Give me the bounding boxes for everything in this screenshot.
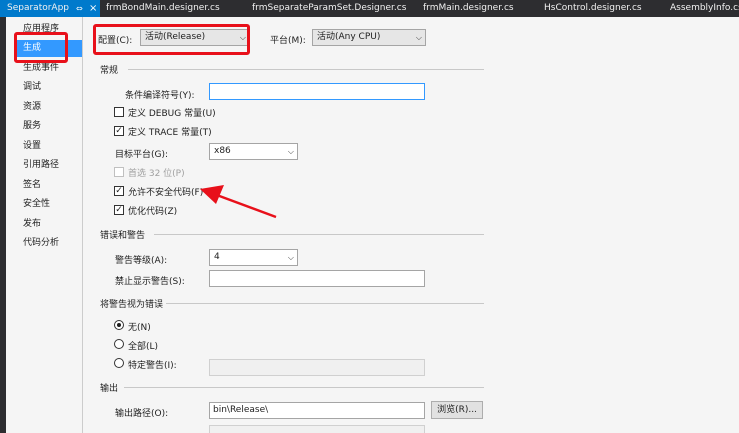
allow-unsafe-checkbox[interactable]: ✓ [114,186,124,196]
output-path-input[interactable]: bin\Release\ [209,402,425,419]
define-trace-label: 定义 TRACE 常量(T) [128,128,212,138]
tab-assemblyinfo[interactable]: AssemblyInfo.cs [670,0,739,17]
warning-level-label: 警告等级(A): [115,256,168,266]
sidebar-item-reference-paths[interactable]: 引用路径 [23,157,59,174]
chevron-down-icon: ⌵ [415,33,422,42]
target-platform-value: x86 [214,146,231,156]
sidebar-item-resources[interactable]: 资源 [23,99,41,116]
divider [166,303,484,304]
warning-level-select[interactable]: 4 ⌵ [209,249,298,266]
define-debug-label: 定义 DEBUG 常量(U) [128,109,216,119]
tab-hscontrol-designer[interactable]: HsControl.designer.cs [544,0,642,17]
platform-label: 平台(M): [270,36,306,46]
section-treat-warnings-title: 将警告视为错误 [100,300,164,310]
divider [124,387,484,388]
suppress-warnings-input[interactable] [209,270,425,287]
output-path-label: 输出路径(O): [115,409,169,419]
browse-button[interactable]: 浏览(R)... [431,401,483,419]
treat-all-radio[interactable] [114,339,124,349]
treat-specific-radio[interactable] [114,358,124,368]
tab-frmmain-designer[interactable]: frmMain.designer.cs [423,0,514,17]
sidebar-item-security[interactable]: 安全性 [23,196,50,213]
prefer-32bit-checkbox [114,167,124,177]
section-output-title: 输出 [100,384,119,394]
optimize-code-checkbox[interactable]: ✓ [114,205,124,215]
next-field-input [209,425,425,433]
sidebar-item-code-analysis[interactable]: 代码分析 [23,235,59,252]
specific-warnings-input [209,359,425,376]
divider [154,234,484,235]
treat-none-radio[interactable] [114,320,124,330]
sidebar-item-publish[interactable]: 发布 [23,216,41,233]
sidebar-item-debug[interactable]: 调试 [23,79,41,96]
warning-level-value: 4 [214,252,220,262]
sidebar-item-services[interactable]: 服务 [23,118,41,135]
tab-frmseparateparamset-designer[interactable]: frmSeparateParamSet.Designer.cs [252,0,406,17]
prefer-32bit-label: 首选 32 位(P) [128,169,185,179]
optimize-code-label: 优化代码(Z) [128,207,178,217]
treat-specific-label: 特定警告(I): [128,361,177,371]
suppress-warnings-label: 禁止显示警告(S): [115,277,185,287]
tab-separatorapp[interactable]: SeparatorApp ⇔ × [0,0,100,17]
chevron-down-icon: ⌵ [287,253,294,262]
annotation-box-configuration [93,24,250,55]
sidebar-item-signing[interactable]: 签名 [23,177,41,194]
platform-select[interactable]: 活动(Any CPU) ⌵ [312,29,426,46]
tab-frmbondmain-designer[interactable]: frmBondMain.designer.cs [106,0,220,17]
annotation-box-build [14,32,68,63]
target-platform-select[interactable]: x86 ⌵ [209,143,298,160]
pin-icon[interactable]: ⇔ [76,0,83,17]
target-platform-label: 目标平台(G): [115,150,169,160]
tab-label: SeparatorApp [7,3,70,13]
document-tab-bar: SeparatorApp ⇔ × frmBondMain.designer.cs… [0,0,739,17]
define-debug-checkbox[interactable] [114,107,124,117]
treat-all-label: 全部(L) [128,342,159,352]
chevron-down-icon: ⌵ [287,147,294,156]
section-errors-title: 错误和警告 [100,231,146,241]
radio-selected-dot [117,323,121,327]
sidebar-item-settings[interactable]: 设置 [23,138,41,155]
define-trace-checkbox[interactable]: ✓ [114,126,124,136]
conditional-symbols-label: 条件编译符号(Y): [125,91,195,101]
treat-none-label: 无(N) [128,323,151,333]
build-settings-panel: 配置(C): 活动(Release) ⌵ 平台(M): 活动(Any CPU) … [84,17,739,433]
close-icon[interactable]: × [89,0,97,17]
property-pages-sidebar: 应用程序 生成 生成事件 调试 资源 服务 设置 引用路径 签名 安全性 发布 … [6,17,83,433]
section-general-title: 常规 [100,66,119,76]
allow-unsafe-label: 允许不安全代码(F) [128,188,204,198]
divider [128,69,484,70]
platform-value: 活动(Any CPU) [317,32,381,42]
conditional-symbols-input[interactable] [209,83,425,100]
